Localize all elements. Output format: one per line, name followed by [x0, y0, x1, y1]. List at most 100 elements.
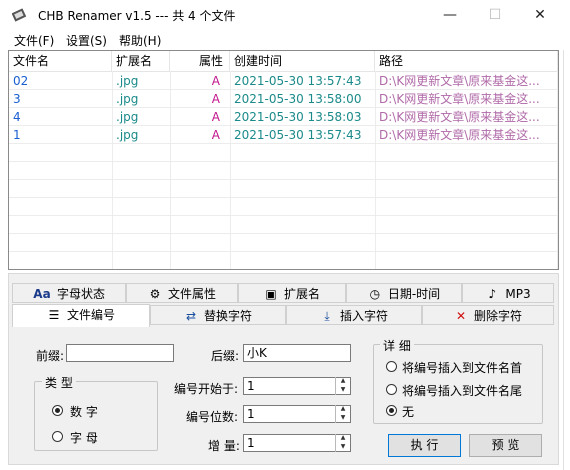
cell-name: 4 — [13, 110, 21, 124]
music-icon: ♪ — [488, 287, 497, 301]
table-row[interactable]: 3 .jpg A 2021-05-30 13:58:00 D:\K网更新文章\原… — [9, 90, 558, 108]
spin-up-icon[interactable]: ▲ — [336, 434, 350, 442]
radio-insert-end-label[interactable]: 将编号插入到文件名尾 — [402, 382, 522, 399]
window-edge — [563, 50, 564, 470]
tab-insert-chars[interactable]: ⤓ 插入字符 — [286, 305, 422, 325]
grid-line — [9, 215, 558, 216]
spin-down-icon[interactable]: ▼ — [336, 443, 350, 451]
menu-help[interactable]: 帮助(H) — [119, 32, 161, 49]
gear-icon: ⚙ — [149, 287, 161, 301]
table-row[interactable]: 1 .jpg A 2021-05-30 13:57:43 D:\K网更新文章\原… — [9, 126, 558, 144]
cell-ext: .jpg — [116, 92, 139, 106]
cell-created: 2021-05-30 13:58:00 — [234, 92, 362, 106]
radio-number[interactable] — [52, 405, 63, 416]
start-label: 编号开始于: — [174, 382, 239, 396]
suffix-input[interactable]: 小K — [243, 344, 351, 362]
clock-icon: ◷ — [369, 287, 381, 301]
grid-line — [9, 197, 558, 198]
type-group-title: 类 型 — [42, 374, 76, 391]
column-header-name[interactable]: 文件名 — [9, 51, 112, 71]
run-button[interactable]: 执 行 — [388, 434, 461, 457]
cell-attr: A — [211, 92, 220, 106]
start-spinner[interactable]: ▲ ▼ — [335, 377, 350, 395]
cell-attr: A — [211, 110, 220, 124]
digits-label: 编号位数: — [186, 410, 239, 424]
cell-path: D:\K网更新文章\原来基金这... — [379, 74, 540, 88]
tab-label: 删除字符 — [473, 309, 522, 323]
window-title: CHB Renamer v1.5 --- 共 4 个文件 — [38, 9, 236, 23]
tab-replace-chars[interactable]: ⇄ 替换字符 — [150, 305, 286, 325]
cell-created: 2021-05-30 13:57:43 — [234, 74, 362, 88]
tab-delete-chars[interactable]: ✕ 删除字符 — [422, 305, 554, 325]
digits-spinner[interactable]: ▲ ▼ — [335, 405, 350, 423]
menu-file[interactable]: 文件(F) — [14, 32, 54, 49]
prefix-input[interactable] — [66, 344, 174, 362]
step-spinner[interactable]: ▲ ▼ — [335, 434, 350, 452]
extension-icon: ▣ — [265, 287, 277, 301]
table-row[interactable]: 02 .jpg A 2021-05-30 13:57:43 D:\K网更新文章\… — [9, 72, 558, 90]
suffix-label: 后缀: — [211, 349, 240, 363]
cell-attr: A — [211, 128, 220, 142]
grid-line — [9, 233, 558, 234]
tab-label: 扩展名 — [283, 287, 320, 301]
tab-label: 日期-时间 — [387, 287, 441, 301]
file-list[interactable]: 文件名 扩展名 属性 创建时间 路径 02 .jpg A 2021-05-30 … — [8, 50, 559, 270]
delete-icon: ✕ — [455, 309, 467, 323]
cell-ext: .jpg — [116, 110, 139, 124]
tab-file-attributes[interactable]: ⚙ 文件属性 — [126, 283, 238, 303]
detail-group-title: 详 细 — [380, 337, 414, 354]
cell-attr: A — [211, 74, 220, 88]
cell-created: 2021-05-30 13:58:03 — [234, 110, 362, 124]
list-header: 文件名 扩展名 属性 创建时间 路径 — [9, 51, 558, 72]
menu-settings[interactable]: 设置(S) — [66, 32, 107, 49]
tab-letter-case[interactable]: Aa 字母状态 — [12, 283, 126, 303]
radio-none[interactable] — [386, 405, 397, 416]
radio-insert-front-label[interactable]: 将编号插入到文件名首 — [402, 359, 522, 376]
column-header-path[interactable]: 路径 — [375, 51, 558, 71]
title-bar: CHB Renamer v1.5 --- 共 4 个文件 — ☐ ✕ — [0, 0, 570, 30]
column-header-created[interactable]: 创建时间 — [230, 51, 375, 71]
cell-path: D:\K网更新文章\原来基金这... — [379, 128, 540, 142]
tab-date-time[interactable]: ◷ 日期-时间 — [346, 283, 462, 303]
cell-name: 1 — [13, 128, 21, 142]
letter-case-icon: Aa — [33, 287, 51, 301]
cell-ext: .jpg — [116, 128, 139, 142]
preview-button[interactable]: 预 览 — [469, 434, 542, 457]
tab-label: 文件编号 — [66, 308, 115, 322]
radio-none-label[interactable]: 无 — [402, 403, 414, 420]
cell-path: D:\K网更新文章\原来基金这... — [379, 92, 540, 106]
maximize-button[interactable]: ☐ — [472, 0, 518, 30]
app-icon — [11, 7, 28, 23]
grid-line — [9, 251, 558, 252]
close-button[interactable]: ✕ — [517, 0, 563, 30]
tab-file-numbering[interactable]: ☰ 文件编号 — [12, 304, 150, 327]
column-header-ext[interactable]: 扩展名 — [112, 51, 170, 71]
radio-insert-end[interactable] — [386, 384, 397, 395]
cell-name: 3 — [13, 92, 21, 106]
column-header-attr[interactable]: 属性 — [170, 51, 230, 71]
tab-mp3[interactable]: ♪ MP3 — [462, 283, 554, 303]
tab-label: MP3 — [505, 287, 531, 301]
prefix-label: 前缀: — [36, 349, 65, 363]
radio-letter[interactable] — [52, 431, 63, 442]
tab-extension[interactable]: ▣ 扩展名 — [238, 283, 346, 303]
cell-name: 02 — [13, 74, 29, 88]
spin-up-icon[interactable]: ▲ — [336, 405, 350, 413]
replace-icon: ⇄ — [185, 309, 197, 323]
cell-created: 2021-05-30 13:57:43 — [234, 128, 362, 142]
step-label: 增 量: — [208, 439, 240, 453]
grid-line — [9, 179, 558, 180]
spin-down-icon[interactable]: ▼ — [336, 414, 350, 422]
tab-label: 文件属性 — [167, 287, 216, 301]
spin-down-icon[interactable]: ▼ — [336, 386, 350, 394]
radio-number-label[interactable]: 数 字 — [70, 403, 98, 420]
radio-letter-label[interactable]: 字 母 — [70, 429, 98, 446]
grid-line — [9, 161, 558, 162]
table-row[interactable]: 4 .jpg A 2021-05-30 13:58:03 D:\K网更新文章\原… — [9, 108, 558, 126]
cell-path: D:\K网更新文章\原来基金这... — [379, 110, 540, 124]
insert-icon: ⤓ — [324, 309, 330, 323]
radio-insert-front[interactable] — [386, 361, 397, 372]
cell-ext: .jpg — [116, 74, 139, 88]
spin-up-icon[interactable]: ▲ — [336, 377, 350, 385]
minimize-button[interactable]: — — [427, 0, 473, 30]
